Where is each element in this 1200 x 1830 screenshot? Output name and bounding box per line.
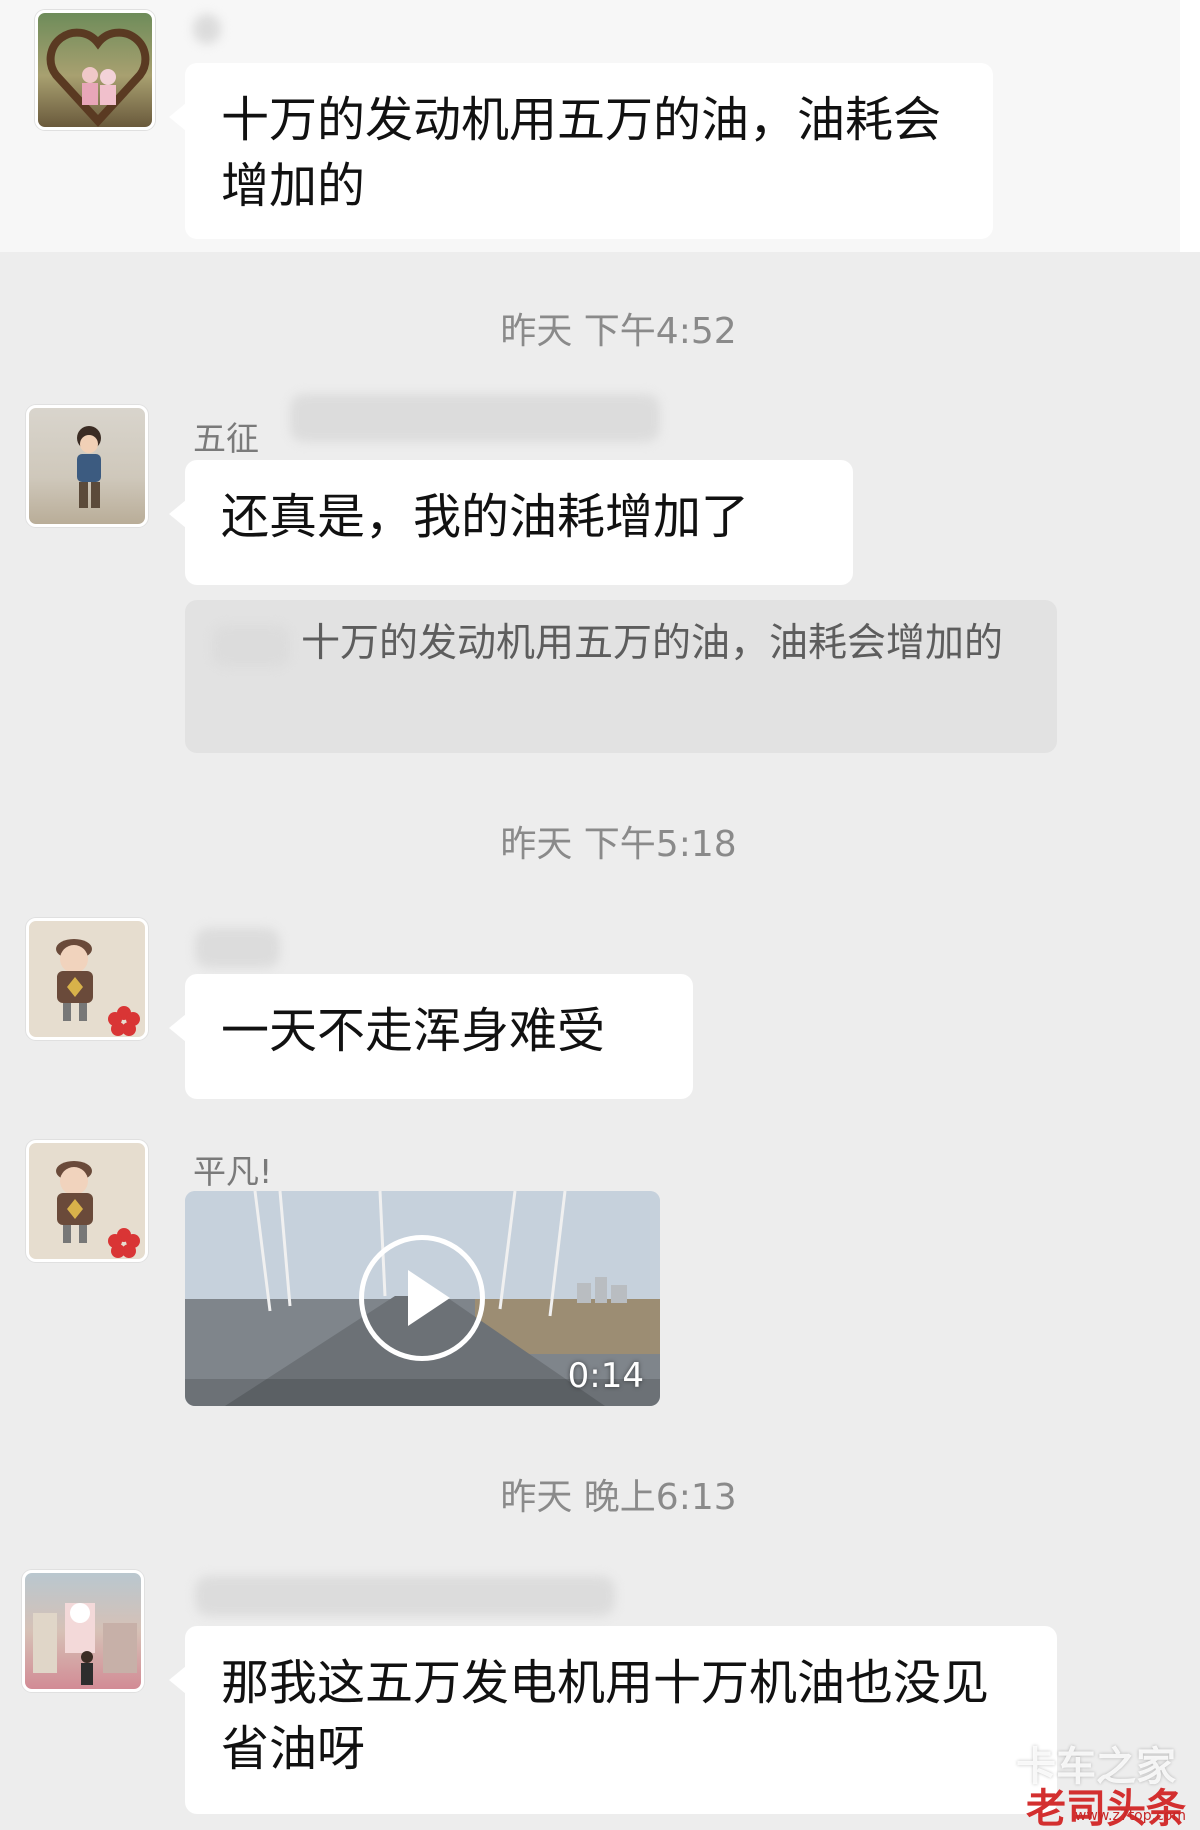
video-duration: 0:14 [567,1356,644,1396]
quoted-text: 十万的发动机用五万的油，油耗会增加的 [301,621,1004,666]
sender-name: 五征 [193,419,259,458]
message-text: 十万的发动机用五万的油，油耗会增加的 [221,92,942,214]
message-text: 还真是，我的油耗增加了 [221,489,750,545]
message-bubble[interactable]: 那我这五万发电机用十万机油也没见省油呀 [169,1626,1057,1814]
play-icon[interactable] [359,1235,485,1361]
watermark-logo: 卡车之家 老司头条 www.z7top.com [991,1734,1186,1830]
video-message[interactable]: 0:14 [185,1191,660,1406]
avatar[interactable] [26,1140,148,1262]
blurred-nickname [195,928,280,968]
message-bubble[interactable]: 还真是，我的油耗增加了 [169,460,853,585]
blurred-nickname [290,394,660,442]
timestamp: 昨天 下午5:18 [500,824,737,865]
avatar[interactable] [26,405,148,527]
timestamp: 昨天 晚上6:13 [500,1477,737,1518]
blurred-nickname [193,14,221,44]
mall-photo [33,1603,137,1685]
child-photo [77,426,101,508]
quoted-reply[interactable]: 十万的发动机用五万的油，油耗会增加的 [185,600,1057,753]
heart-frame-photo [46,28,150,127]
avatar[interactable] [22,1570,144,1692]
avatar[interactable] [26,918,148,1040]
blurred-quote-name [212,625,290,667]
message-bubble[interactable]: 一天不走浑身难受 [169,974,693,1099]
watermark-url: www.z7top.com [1074,1808,1186,1824]
timestamp: 昨天 下午4:52 [500,311,737,352]
edge-strip [1180,0,1200,252]
message-text: 一天不走浑身难受 [221,1003,606,1059]
cartoon-avatar-image [56,1161,140,1258]
cartoon-avatar-image [56,939,140,1036]
sender-name: 平凡! [193,1152,273,1191]
message-text: 那我这五万发电机用十万机油也没见省油呀 [221,1655,990,1777]
avatar[interactable] [35,10,155,130]
message-bubble[interactable]: 十万的发动机用五万的油，油耗会增加的 [169,63,993,239]
blurred-nickname [195,1576,615,1616]
